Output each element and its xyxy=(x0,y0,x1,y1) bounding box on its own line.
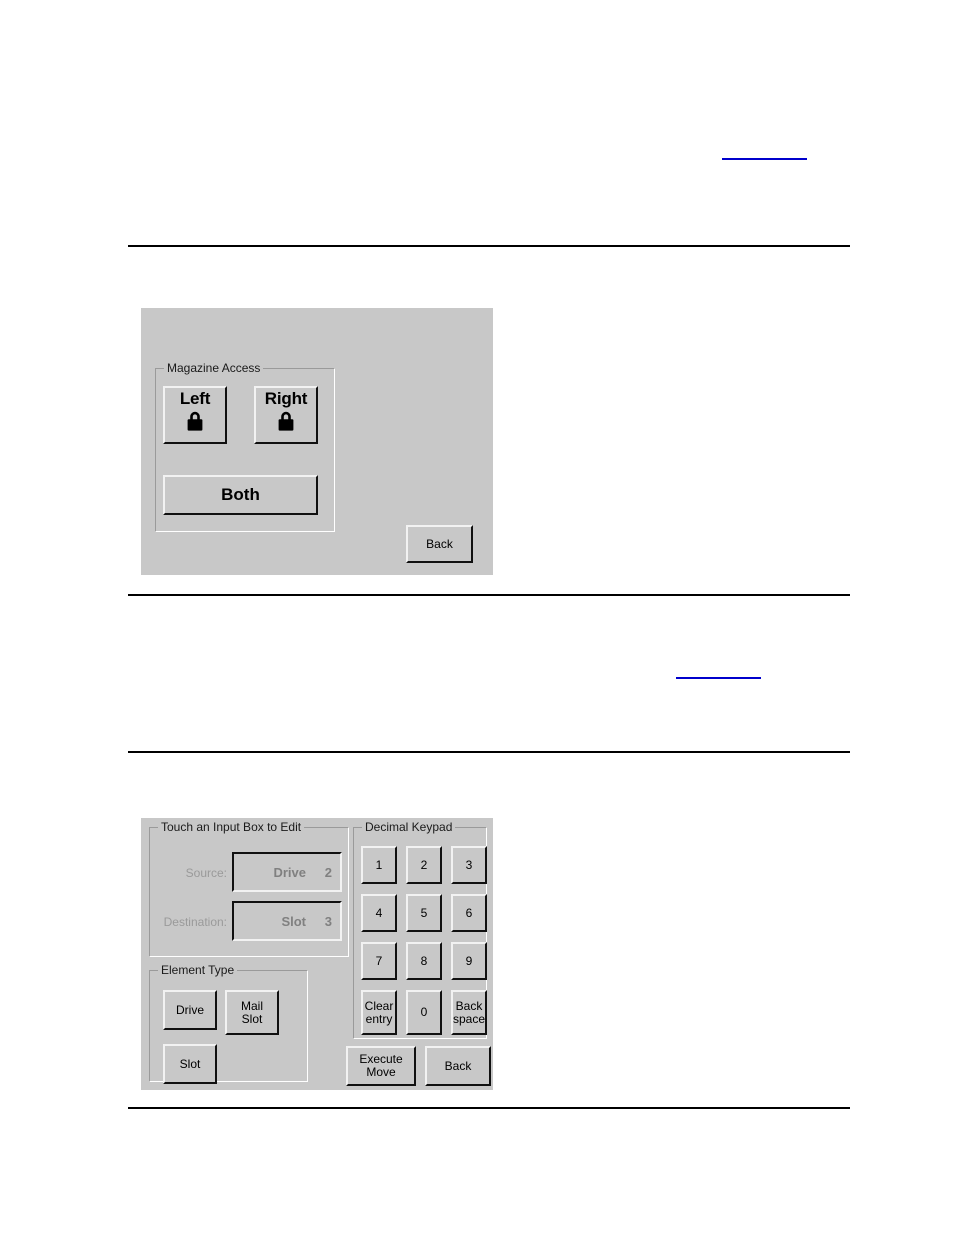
element-type-mail-slot-button[interactable]: Mail Slot xyxy=(225,990,279,1035)
magazine-both-button[interactable]: Both xyxy=(163,475,318,515)
element-type-mail-slot-label-line1: Mail xyxy=(240,998,263,1013)
magazine-right-button[interactable]: Right xyxy=(254,386,318,444)
source-number-value: 2 xyxy=(324,864,332,880)
element-type-drive-button[interactable]: Drive xyxy=(163,990,217,1030)
keypad-key-5-label-line1: 5 xyxy=(420,905,428,920)
keypad-key-backspace-label-line2: space xyxy=(452,1011,486,1026)
keypad-key-clear-entry-label-line2: entry xyxy=(365,1011,393,1026)
source-element-value: Drive xyxy=(273,864,306,880)
keypad-key-backspace-label-line1: Back xyxy=(455,998,483,1013)
keypad-key-7-label-line1: 7 xyxy=(375,953,383,968)
source-field-label: Source: xyxy=(185,866,227,880)
horizontal-rule-bottom xyxy=(128,1107,850,1109)
keypad-key-0[interactable]: 0 xyxy=(406,990,442,1035)
keypad-key-0-label-line1: 0 xyxy=(420,1005,428,1020)
keypad-key-3-label-line1: 3 xyxy=(465,857,473,872)
destination-field-label: Destination: xyxy=(163,915,227,929)
keypad-key-8[interactable]: 8 xyxy=(406,942,442,980)
execute-move-label-line2: Move xyxy=(366,1065,396,1079)
decimal-keypad-group-title: Decimal Keypad xyxy=(362,820,456,834)
keypad-key-5[interactable]: 5 xyxy=(406,894,442,932)
keypad-key-clear-entry[interactable]: Clear entry xyxy=(361,990,397,1035)
keypad-key-8-label-line1: 8 xyxy=(420,953,428,968)
destination-number-value: 3 xyxy=(324,913,332,929)
element-type-slot-label-line1: Slot xyxy=(179,1056,201,1071)
magazine-access-group-title: Magazine Access xyxy=(164,361,264,375)
keypad-key-1[interactable]: 1 xyxy=(361,846,397,884)
input-box-group-title: Touch an Input Box to Edit xyxy=(158,820,305,834)
lock-icon xyxy=(273,407,299,436)
element-type-mail-slot-label-line2: Slot xyxy=(241,1011,263,1026)
magazine-access-screen: Magazine Access Left Right Both Back xyxy=(141,308,493,575)
keypad-key-7[interactable]: 7 xyxy=(361,942,397,980)
execute-move-button[interactable]: Execute Move xyxy=(346,1046,416,1086)
cross-reference-link-middle[interactable] xyxy=(676,663,761,679)
keypad-key-9-label-line1: 9 xyxy=(465,953,473,968)
keypad-key-4[interactable]: 4 xyxy=(361,894,397,932)
keypad-key-backspace[interactable]: Back space xyxy=(451,990,487,1035)
magazine-both-label: Both xyxy=(221,485,260,505)
horizontal-rule-second xyxy=(128,594,850,596)
move-media-screen: Touch an Input Box to Edit Source: Drive… xyxy=(141,818,493,1090)
element-type-drive-label-line1: Drive xyxy=(175,1002,204,1017)
magazine-back-label: Back xyxy=(426,536,453,551)
keypad-key-clear-entry-label-line1: Clear xyxy=(364,998,394,1013)
destination-input-box[interactable]: Slot 3 xyxy=(232,901,342,941)
keypad-key-6[interactable]: 6 xyxy=(451,894,487,932)
horizontal-rule-third xyxy=(128,751,850,753)
element-type-group-title: Element Type xyxy=(158,963,238,977)
lock-icon xyxy=(182,407,208,436)
keypad-key-4-label-line1: 4 xyxy=(375,905,383,920)
keypad-key-3[interactable]: 3 xyxy=(451,846,487,884)
magazine-back-button[interactable]: Back xyxy=(406,525,473,563)
magazine-right-label: Right xyxy=(264,389,308,408)
move-back-label: Back xyxy=(444,1058,472,1073)
magazine-left-button[interactable]: Left xyxy=(163,386,227,444)
keypad-key-1-label-line1: 1 xyxy=(375,857,383,872)
magazine-left-label: Left xyxy=(179,389,211,408)
move-back-button[interactable]: Back xyxy=(425,1046,491,1086)
keypad-key-9[interactable]: 9 xyxy=(451,942,487,980)
source-input-box[interactable]: Drive 2 xyxy=(232,852,342,892)
horizontal-rule-top xyxy=(128,245,850,247)
destination-element-value: Slot xyxy=(281,913,306,929)
keypad-key-2-label-line1: 2 xyxy=(420,857,428,872)
cross-reference-link-top[interactable] xyxy=(722,144,807,160)
element-type-slot-button[interactable]: Slot xyxy=(163,1044,217,1084)
keypad-key-2[interactable]: 2 xyxy=(406,846,442,884)
keypad-key-6-label-line1: 6 xyxy=(465,905,473,920)
